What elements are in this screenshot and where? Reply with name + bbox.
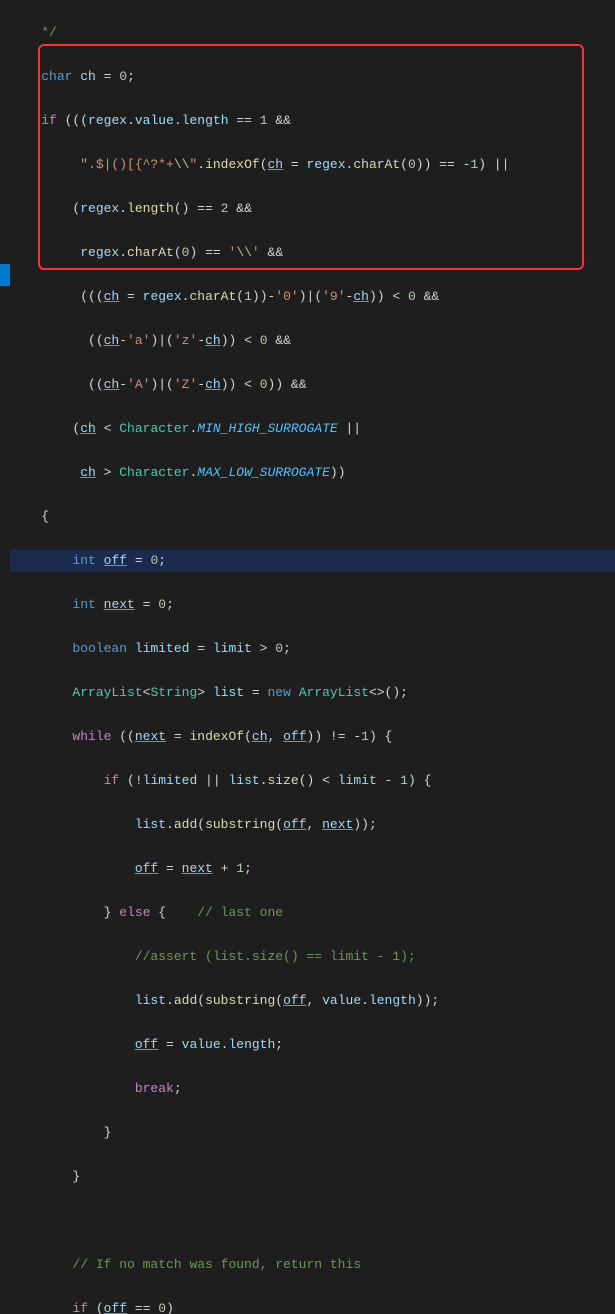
code-editor[interactable]: */ char ch = 0; if (((regex.value.length… xyxy=(0,0,615,1314)
editor-gutter xyxy=(0,0,10,657)
gutter-marker xyxy=(0,264,10,286)
comment: */ xyxy=(10,25,57,40)
